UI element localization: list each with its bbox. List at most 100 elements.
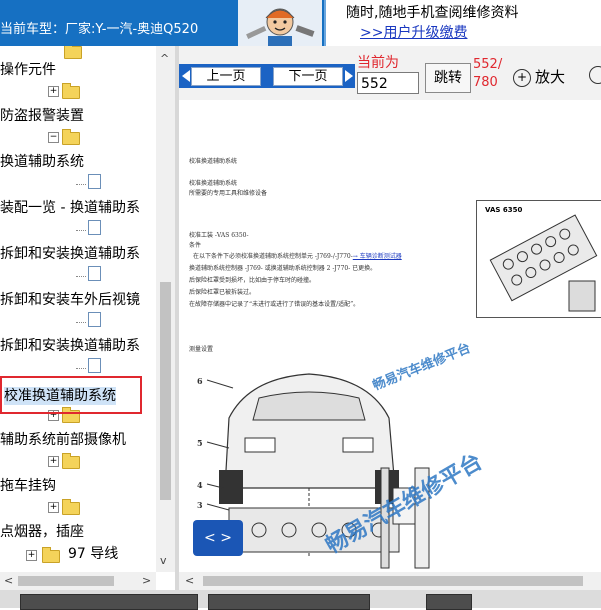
callout-5: 5 — [197, 438, 203, 448]
doc-tool-line: 校准工装 -VAS 6350- — [189, 232, 249, 239]
folder-icon — [42, 547, 60, 563]
expand-icon[interactable]: + — [26, 550, 37, 561]
tree-item-label: 拆卸和安装换道辅助系 — [0, 338, 140, 354]
prev-page-button[interactable]: 上一页 — [191, 67, 261, 86]
document-icon — [88, 312, 101, 327]
selected-tree-item-highlight[interactable]: 校准换道辅助系统 — [0, 376, 142, 414]
tree-item-label: 防盗报警装置 — [0, 108, 84, 124]
tree-item-label: 拆卸和安装换道辅助系 — [0, 246, 140, 262]
page-flip-button[interactable]: < > — [193, 520, 243, 556]
bottom-status-bar — [0, 590, 601, 610]
tree-item-front-camera[interactable]: 辅助系统前部摄像机 — [0, 430, 126, 450]
expand-icon[interactable]: + — [48, 502, 59, 513]
jump-button[interactable]: 跳转 — [425, 63, 471, 93]
arrow-left-icon — [182, 70, 190, 82]
zoom-in-label: 放大 — [535, 68, 566, 86]
tree-item-label: 拆卸和安装车外后视镜 — [0, 292, 140, 308]
tree-item-label: 辅助系统前部摄像机 — [0, 432, 126, 448]
viewer-toolbar: 上一页 下一页 当前为 552 跳转 552/ 780 + 放大 — [179, 46, 601, 100]
tree-horizontal-scrollbar[interactable]: < > — [0, 572, 156, 590]
expand-icon[interactable]: + — [48, 86, 59, 97]
tree-item-calibrate-lane-change[interactable]: 校准换道辅助系统 — [4, 387, 116, 405]
doc-line-d: 后保险杠罩已被拆装过。 — [189, 289, 256, 296]
tree-item-label: 换道辅助系统 — [0, 154, 84, 170]
tree-connector — [76, 368, 86, 369]
tree-item-operating-elements[interactable]: 操作元件 — [0, 60, 56, 80]
folder-icon — [62, 453, 80, 469]
scroll-down-icon[interactable]: v — [160, 554, 167, 567]
doc-subtitle: 校准换道辅助系统 — [189, 180, 238, 187]
zoom-in-button[interactable]: + 放大 — [513, 66, 565, 87]
tree-connector — [76, 230, 86, 231]
tree-connector — [76, 184, 86, 185]
page-nav-strip: 上一页 下一页 — [179, 64, 355, 88]
manufacturer-value: 厂家:Y-一汽-奥迪Q520 — [65, 22, 199, 37]
upgrade-link[interactable]: >>用户升级缴费 — [360, 22, 467, 42]
tree-vertical-scrollbar[interactable]: ^ v — [156, 46, 175, 572]
tree-item-lane-change-assist[interactable]: 换道辅助系统 — [0, 152, 84, 172]
scroll-up-icon[interactable]: ^ — [160, 52, 169, 65]
page-count: 552/ 780 — [473, 56, 502, 92]
document-icon — [88, 174, 101, 189]
tree-item-label: 装配一览 - 换道辅助系 — [0, 200, 140, 216]
mascot-icon — [238, 0, 322, 46]
doc-line-e: 在故障存储器中记录了“未进行或进行了错误的基本设置/适配”。 — [189, 301, 360, 308]
viewer-horizontal-scrollbar[interactable]: < — [179, 572, 601, 590]
tree-item-label: 拖车挂钩 — [0, 478, 56, 494]
current-model: 当前车型：厂家:Y-一汽-奥迪Q520 — [0, 18, 198, 37]
next-page-button[interactable]: 下一页 — [273, 67, 343, 86]
folder-icon — [62, 83, 80, 99]
tree-item-label: 97 导线 — [68, 546, 119, 562]
chapter-tree[interactable]: 操作元件 + 防盗报警装置 − 换道辅助系统 装配一览 - 换道辅助系 拆卸和安… — [0, 46, 156, 572]
document-icon — [88, 358, 101, 373]
tree-hscroll-thumb[interactable] — [18, 576, 114, 586]
document-icon — [88, 220, 101, 235]
tree-item-cigarette-lighter[interactable]: 点烟器，插座 — [0, 522, 84, 542]
doc-tools-heading: 所需要的专用工具和维修设备 — [189, 190, 268, 197]
tree-item-remove-install-mirror[interactable]: 拆卸和安装车外后视镜 — [0, 290, 140, 310]
callout-4: 4 — [197, 480, 203, 490]
diagnosis-tester-link[interactable]: → 车辆诊断测试器 — [353, 253, 402, 260]
tree-item-wiring[interactable]: 97 导线 — [68, 544, 118, 564]
scroll-right-icon[interactable]: > — [142, 574, 151, 587]
tree-item-label: 点烟器，插座 — [0, 524, 84, 540]
ad-headline: 随时,随地手机查阅维修资料 — [346, 5, 519, 21]
page-count-current: 552/ — [473, 57, 503, 72]
tree-item-remove-install-2[interactable]: 拆卸和安装换道辅助系 — [0, 336, 140, 356]
folder-icon — [64, 46, 82, 59]
doc-title: 校准换道辅助系统 — [189, 158, 238, 165]
expand-icon[interactable]: + — [48, 456, 59, 467]
doc-line-c: 后保险杠罩受到损坏，比如由于停车时的碰撞。 — [189, 277, 316, 284]
folder-icon — [62, 499, 80, 515]
page-number-input[interactable]: 552 — [357, 72, 419, 94]
document-viewer[interactable]: 校准换道辅助系统 校准换道辅助系统 所需要的专用工具和维修设备 校准工装 -VA… — [179, 100, 601, 572]
tree-item-trailer-hitch[interactable]: 拖车挂钩 — [0, 476, 56, 496]
calibration-board-drawing — [489, 214, 598, 312]
document-icon — [88, 266, 101, 281]
page-count-total: 780 — [473, 75, 498, 90]
arrow-right-icon — [345, 70, 353, 82]
folder-icon — [62, 129, 80, 145]
current-model-label: 当前车型： — [0, 22, 66, 37]
zoom-out-icon[interactable] — [589, 66, 601, 84]
scroll-left-icon[interactable]: < — [4, 574, 13, 587]
top-bar: 当前车型：厂家:Y-一汽-奥迪Q520 随时,随地手机查阅维修资料 >>用户升级… — [0, 0, 601, 46]
tree-connector — [76, 322, 86, 323]
doc-line-a: 在以下条件下必须校准换道辅助系统控制单元 -J769-/-J770-→ 车辆诊断… — [193, 251, 402, 260]
callout-6: 6 — [197, 376, 203, 386]
doc-line-a-text: 在以下条件下必须校准换道辅助系统控制单元 -J769-/-J770- — [193, 253, 353, 260]
zoom-in-icon: + — [513, 68, 531, 87]
current-page-label: 当前为 — [357, 55, 399, 71]
doc-measure-heading: 测量设置 — [189, 346, 214, 353]
collapse-icon[interactable]: − — [48, 132, 59, 143]
tree-scroll-thumb[interactable] — [160, 282, 171, 500]
tree-item-label: 操作元件 — [0, 62, 56, 78]
tree-connector — [76, 276, 86, 277]
callout-3: 3 — [197, 500, 203, 510]
tree-item-assembly-overview[interactable]: 装配一览 - 换道辅助系 — [0, 198, 140, 218]
viewer-hscroll-thumb[interactable] — [203, 576, 583, 586]
vas-6350-illustration: VAS 6350 — [476, 200, 601, 318]
scroll-left-icon[interactable]: < — [185, 574, 194, 587]
tree-item-anti-theft[interactable]: 防盗报警装置 — [0, 106, 84, 126]
tree-item-remove-install-1[interactable]: 拆卸和安装换道辅助系 — [0, 244, 140, 264]
